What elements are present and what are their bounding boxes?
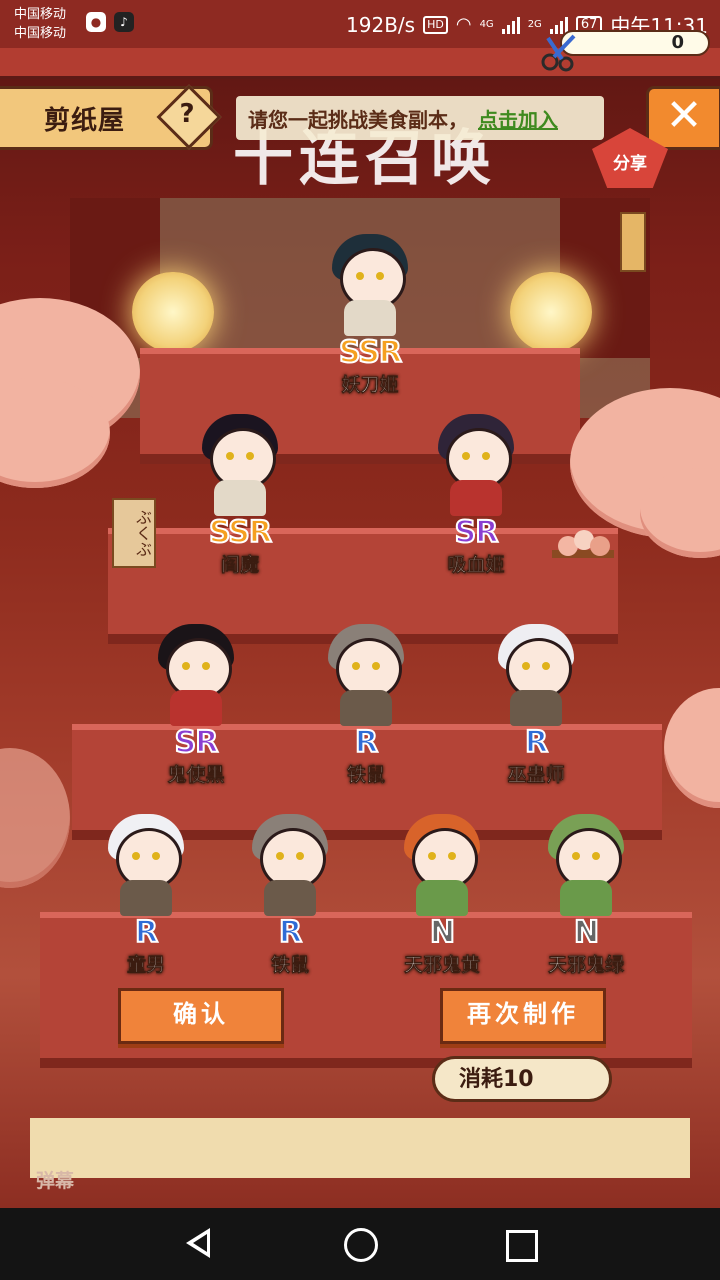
character-body [170, 690, 222, 726]
join-link[interactable]: 点击加入 [478, 104, 558, 133]
summon-card[interactable]: R 铁鼠 [220, 808, 360, 977]
summon-card[interactable]: R 童男 [76, 808, 216, 977]
rarity-badge: N [573, 915, 600, 950]
paper-note: ぶくぶ [112, 498, 156, 568]
character-eyes [572, 852, 600, 860]
character-portrait [242, 808, 338, 918]
net-speed: 192B/s [346, 12, 416, 37]
character-portrait [538, 808, 634, 918]
lantern-right [510, 272, 592, 352]
scroll-frame-bottom [30, 1118, 690, 1178]
scissor-counter: 0 [560, 30, 710, 56]
recent-apps-icon[interactable] [506, 1230, 538, 1262]
character-name: 铁鼠 [346, 764, 386, 787]
character-portrait [148, 618, 244, 728]
character-portrait [488, 618, 584, 728]
scissors-icon [541, 34, 576, 72]
character-name: 童男 [126, 954, 166, 977]
announcement-marquee: 请您一起挑战美食副本， 点击加入 [236, 96, 604, 140]
lantern-left [132, 272, 214, 352]
character-portrait [98, 808, 194, 918]
summon-card[interactable]: R 铁鼠 [296, 618, 436, 787]
character-body [450, 480, 502, 516]
rarity-badge: SSR [338, 335, 403, 370]
character-eyes [462, 452, 490, 460]
redo-button[interactable]: 再次制作 [440, 988, 606, 1044]
summon-card[interactable]: SSR 妖刀姬 [300, 228, 440, 397]
character-name: 天邪鬼绿 [547, 954, 625, 977]
character-eyes [132, 852, 160, 860]
signal-2-icon [549, 16, 568, 34]
close-button[interactable]: ✕ [646, 86, 720, 150]
signal-icon [501, 16, 520, 34]
confirm-button[interactable]: 确认 [118, 988, 284, 1044]
rarity-badge: R [524, 725, 549, 760]
character-portrait [318, 618, 414, 728]
summon-card[interactable]: SR 鬼使黑 [126, 618, 266, 787]
hanging-ticket [620, 212, 646, 272]
home-icon[interactable] [344, 1228, 378, 1262]
character-eyes [226, 452, 254, 460]
character-name: 阎魔 [220, 554, 260, 577]
rarity-badge: SSR [208, 515, 273, 550]
rarity-badge: R [278, 915, 303, 950]
carrier-1: 中国移动 [14, 7, 67, 22]
carrier-2: 中国移动 [14, 26, 67, 41]
cloud-bottom-right [664, 688, 720, 808]
character-portrait [322, 228, 418, 338]
carrier-info: 中国移动 中国移动 [14, 5, 66, 43]
character-body [214, 480, 266, 516]
character-portrait [192, 408, 288, 518]
cloud-bottom-left [0, 748, 70, 888]
summon-card[interactable]: SR 吸血姬 [406, 408, 546, 577]
wifi-icon: ◠ [455, 14, 472, 35]
rarity-badge: R [354, 725, 379, 760]
network-4g: 4G [479, 19, 494, 30]
mochi-plate-icon [552, 530, 614, 558]
character-eyes [352, 662, 380, 670]
network-2g: 2G [527, 19, 542, 30]
hd-icon: HD [423, 15, 448, 34]
character-body [416, 880, 468, 916]
qq-icon: ● [86, 12, 106, 32]
character-eyes [522, 662, 550, 670]
character-portrait [394, 808, 490, 918]
help-icon[interactable]: ? [175, 99, 199, 129]
character-body [264, 880, 316, 916]
announcement-text: 请您一起挑战美食副本， [248, 107, 468, 132]
rarity-badge: SR [174, 725, 220, 760]
character-eyes [428, 852, 456, 860]
rarity-badge: R [134, 915, 159, 950]
character-name: 天邪鬼黄 [403, 954, 481, 977]
rarity-badge: SR [454, 515, 500, 550]
character-body [344, 300, 396, 336]
back-icon-inner [193, 1234, 207, 1252]
danmaku-toggle[interactable]: 弹幕 [36, 1166, 74, 1193]
character-name: 铁鼠 [270, 954, 310, 977]
character-body [120, 880, 172, 916]
character-portrait [428, 408, 524, 518]
character-name: 吸血姬 [447, 554, 505, 577]
summon-card[interactable]: N 天邪鬼黄 [372, 808, 512, 977]
page-title: 剪纸屋 [44, 105, 126, 136]
summon-card[interactable]: N 天邪鬼绿 [516, 808, 656, 977]
character-eyes [276, 852, 304, 860]
character-body [560, 880, 612, 916]
rarity-badge: N [429, 915, 456, 950]
character-body [510, 690, 562, 726]
notification-icons: ● ♪ [86, 12, 134, 32]
character-eyes [356, 272, 384, 280]
character-name: 妖刀姬 [341, 374, 399, 397]
tiktok-icon: ♪ [114, 12, 134, 32]
character-eyes [182, 662, 210, 670]
character-name: 鬼使黑 [167, 764, 225, 787]
character-body [340, 690, 392, 726]
character-name: 巫蛊师 [507, 764, 565, 787]
summon-card[interactable]: SSR 阎魔 [170, 408, 310, 577]
cost-badge: 消耗10 [432, 1056, 612, 1102]
summon-card[interactable]: R 巫蛊师 [466, 618, 606, 787]
